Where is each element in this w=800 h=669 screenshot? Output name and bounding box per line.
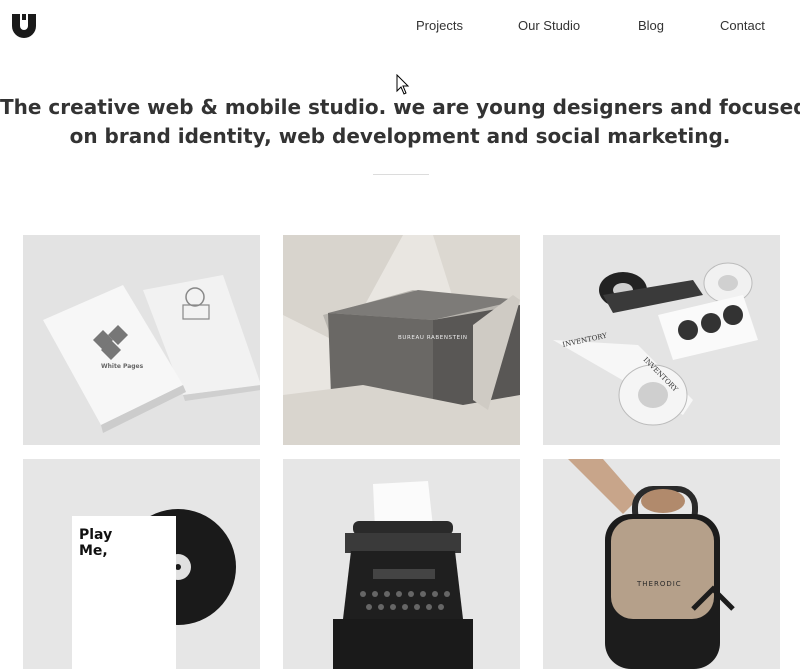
vinyl-record-image: Play Me, [23, 459, 260, 669]
project-tile-therodic-bag[interactable]: THERODIC [543, 459, 780, 669]
project-tile-typewriter[interactable] [283, 459, 520, 669]
nav-contact[interactable]: Contact [720, 18, 765, 33]
sleeve-text-2: Me, [79, 543, 108, 559]
carry-bag-image: THERODIC [543, 459, 780, 669]
nav-our-studio[interactable]: Our Studio [518, 18, 580, 33]
project-tile-inventory-tape[interactable]: INVENTORY INVENTORY [543, 235, 780, 445]
packaging-box-image: BUREAU RABENSTEIN [283, 235, 520, 445]
hero-headline: The creative web & mobile studio. we are… [0, 93, 800, 151]
sleeve-text-1: Play [79, 527, 112, 543]
nav-projects[interactable]: Projects [416, 18, 463, 33]
bag-text: THERODIC [636, 580, 682, 588]
project-tile-white-pages[interactable]: White Pages [23, 235, 260, 445]
tape-rolls-image: INVENTORY INVENTORY [543, 235, 780, 445]
hero-line-1: The creative web & mobile studio. we are… [0, 95, 800, 119]
box-text: BUREAU RABENSTEIN [398, 335, 468, 341]
card-text: White Pages [101, 363, 144, 370]
project-tile-play-me[interactable]: Play Me, [23, 459, 260, 669]
typewriter-image [283, 459, 520, 669]
hero-line-2: on brand identity, web development and s… [69, 124, 731, 148]
business-cards-image: White Pages [23, 235, 260, 445]
main-nav: Projects Our Studio Blog Contact [0, 18, 800, 36]
project-tile-bureau-box[interactable]: BUREAU RABENSTEIN [283, 235, 520, 445]
hero-divider [373, 174, 429, 175]
nav-blog[interactable]: Blog [638, 18, 664, 33]
